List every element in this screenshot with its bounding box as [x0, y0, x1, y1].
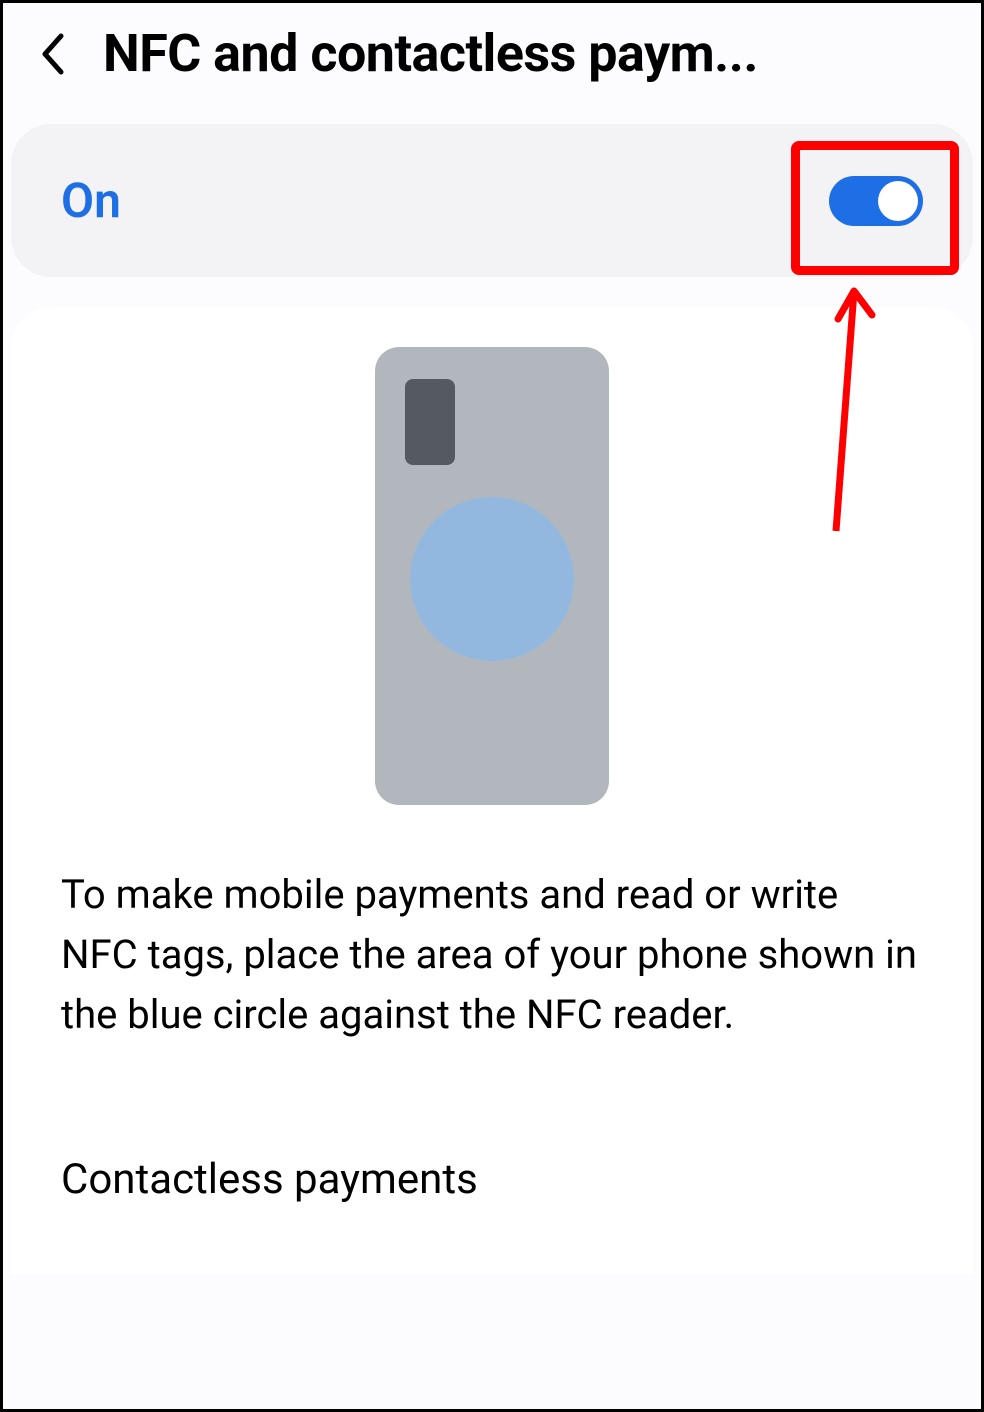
phone-back-icon	[375, 347, 609, 805]
contactless-payments-item[interactable]: Contactless payments	[61, 1135, 923, 1224]
phone-camera-icon	[405, 379, 455, 465]
header: NFC and contactless paym...	[3, 3, 981, 114]
nfc-toggle-switch[interactable]	[829, 176, 923, 226]
toggle-knob	[878, 181, 918, 221]
chevron-left-icon	[39, 32, 67, 76]
nfc-toggle-row[interactable]: On	[11, 124, 973, 277]
phone-nfc-illustration	[61, 347, 923, 865]
nfc-area-indicator-icon	[410, 497, 574, 661]
page-title: NFC and contactless paym...	[103, 23, 758, 84]
back-button[interactable]	[33, 34, 73, 74]
nfc-description-text: To make mobile payments and read or writ…	[61, 865, 923, 1045]
toggle-status-label: On	[61, 172, 121, 229]
content-section: To make mobile payments and read or writ…	[11, 307, 973, 1274]
